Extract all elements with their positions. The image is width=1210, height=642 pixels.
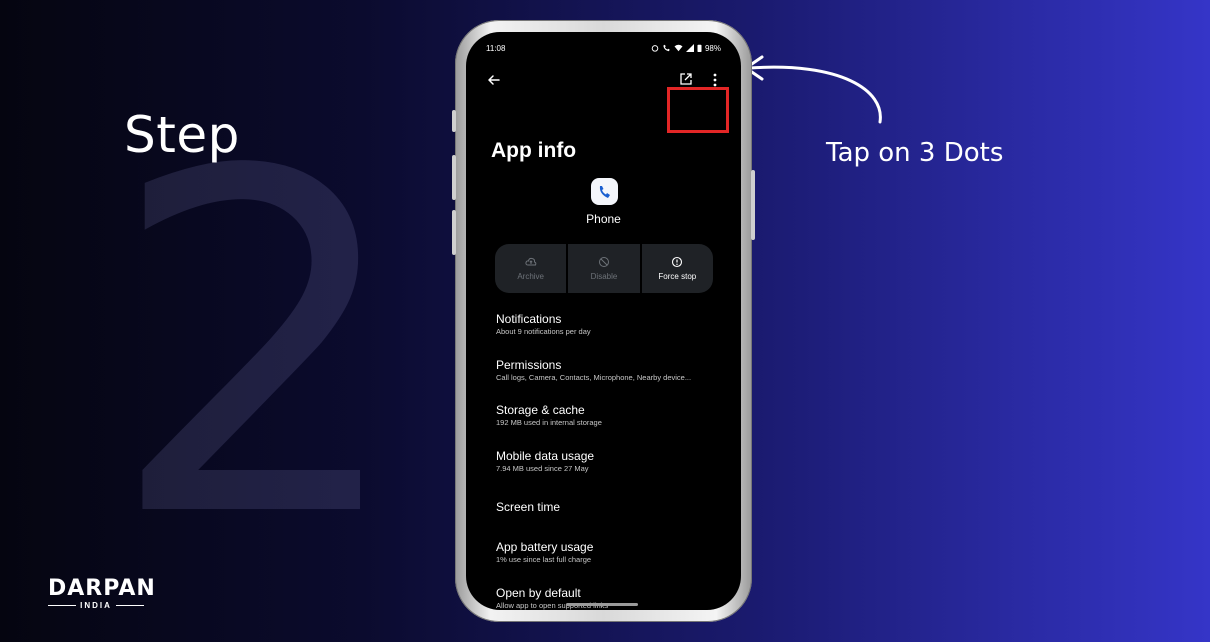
list-item-screen-time[interactable]: Screen time [496, 494, 729, 540]
home-indicator[interactable] [566, 603, 638, 606]
item-title: App battery usage [496, 539, 594, 554]
item-subtitle: Call logs, Camera, Contacts, Microphone,… [496, 372, 692, 382]
settings-list: Notifications About 9 notifications per … [496, 312, 729, 610]
alarm-icon [651, 45, 659, 52]
brand-subtitle: INDIA [48, 601, 144, 610]
item-title: Mobile data usage [496, 448, 595, 463]
disable-label: Disable [590, 272, 618, 281]
action-buttons: Archive Disable Force stop [495, 244, 713, 293]
item-title: Screen time [496, 500, 561, 515]
side-button [452, 110, 456, 132]
block-icon [598, 257, 609, 267]
item-subtitle: About 9 notifications per day [496, 327, 591, 336]
item-title: Permissions [496, 357, 562, 372]
item-title: Storage & cache [496, 403, 585, 418]
brand-logo: DARPAN INDIA [48, 576, 156, 610]
item-subtitle: 7.94 MB used since 27 May [496, 463, 589, 473]
app-bar [466, 66, 741, 133]
phone-mockup: 11:08 98% App info Phone Archive Disable… [452, 20, 755, 622]
phone-screen: 11:08 98% App info Phone Archive Disable… [466, 32, 741, 610]
open-in-new-icon[interactable] [679, 72, 693, 86]
side-button [452, 210, 456, 255]
highlight-box [667, 87, 729, 133]
status-icons: 98% [651, 44, 721, 53]
annotation-text: Tap on 3 Dots [826, 138, 1004, 168]
side-button [452, 155, 456, 200]
signal-icon [685, 44, 694, 52]
phone-icon [591, 178, 618, 205]
list-item-open-by-default[interactable]: Open by default Allow app to open suppor… [496, 586, 729, 610]
brand-sub-text: INDIA [80, 601, 112, 610]
item-title: Notifications [496, 312, 562, 326]
disable-button[interactable]: Disable [568, 244, 640, 293]
step-label: Step [124, 106, 240, 164]
wifi-call-icon [663, 44, 670, 52]
status-time: 11:08 [486, 43, 506, 53]
list-item-storage[interactable]: Storage & cache 192 MB used in internal … [496, 403, 729, 449]
more-vertical-icon[interactable] [708, 72, 722, 88]
force-stop-button[interactable]: Force stop [641, 244, 713, 293]
archive-label: Archive [517, 272, 544, 281]
item-subtitle: 1% use since last full charge [496, 554, 592, 564]
alert-circle-icon [672, 256, 683, 268]
app-name: Phone [586, 212, 621, 226]
battery-icon [697, 44, 702, 52]
list-item-mobile-data[interactable]: Mobile data usage 7.94 MB used since 27 … [496, 449, 729, 495]
force-stop-label: Force stop [658, 272, 697, 281]
arrow-left-icon[interactable] [486, 72, 502, 88]
brand-name: DARPAN [48, 576, 156, 601]
item-title: Open by default [496, 585, 581, 600]
cloud-upload-icon [525, 257, 536, 266]
step-number: 2 [108, 73, 408, 620]
list-item-notifications[interactable]: Notifications About 9 notifications per … [496, 312, 729, 358]
status-bar: 11:08 98% [486, 42, 721, 54]
list-item-permissions[interactable]: Permissions Call logs, Camera, Contacts,… [496, 358, 729, 404]
item-subtitle: 192 MB used in internal storage [496, 418, 602, 428]
archive-button[interactable]: Archive [495, 244, 567, 293]
list-item-battery[interactable]: App battery usage 1% use since last full… [496, 540, 729, 586]
power-button [751, 170, 755, 240]
battery-level: 98% [704, 43, 721, 53]
wifi-icon [674, 44, 683, 52]
page-title: App info [491, 139, 577, 162]
